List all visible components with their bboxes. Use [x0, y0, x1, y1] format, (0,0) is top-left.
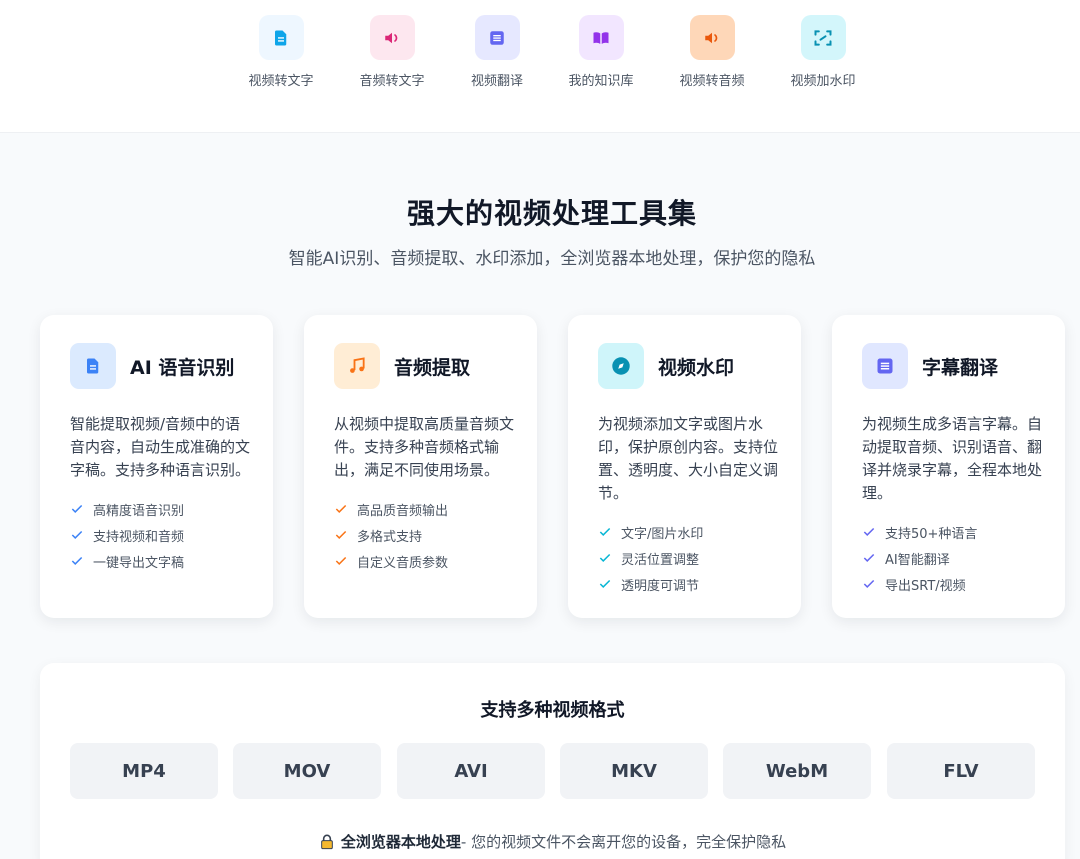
check-icon [863, 579, 875, 588]
card-description: 从视频中提取高质量音频文件。支持多种音频格式输出，满足不同使用场景。 [334, 415, 515, 479]
format-badge: MP4 [70, 743, 218, 799]
feature-card-video-watermark[interactable]: 视频水印 为视频添加文字或图片水印，保护原创内容。支持位置、透明度、大小自定义调… [568, 315, 801, 618]
nav-video-to-audio[interactable]: 视频转音频 [657, 15, 767, 89]
nav-label: 视频转文字 [248, 74, 314, 89]
feature-item: 高精度语音识别 [70, 496, 251, 522]
check-icon [71, 530, 83, 539]
nav-video-to-text[interactable]: 视频转文字 [226, 15, 336, 89]
feature-card-speech-recognition[interactable]: AI 语音识别 智能提取视频/音频中的语音内容，自动生成准确的文字稿。支持多种语… [40, 315, 273, 618]
feature-item: 导出SRT/视频 [862, 571, 1043, 597]
feature-item: 文字/图片水印 [598, 519, 779, 545]
card-title: AI 语音识别 [130, 356, 235, 379]
check-icon [71, 556, 83, 565]
book-icon [578, 15, 624, 60]
check-icon [599, 553, 611, 562]
supported-formats-panel: 支持多种视频格式 MP4 MOV AVI MKV WebM FLV 全浏览器本地… [40, 663, 1065, 859]
top-nav: 视频转文字 音频转文字 视频翻译 我的知识库 视频转音频 视频加水印 [0, 0, 1080, 133]
nav-label: 视频转音频 [679, 74, 745, 89]
page-title: 强大的视频处理工具集 [406, 197, 697, 230]
text-lines-icon [862, 343, 908, 389]
feature-item: 多格式支持 [334, 522, 515, 548]
nav-label: 我的知识库 [568, 74, 634, 89]
format-badge: MKV [560, 743, 708, 799]
text-lines-icon [474, 15, 520, 60]
feature-card-subtitle-translate[interactable]: 字幕翻译 为视频生成多语言字幕。自动提取音频、识别语音、翻译并烧录字幕，全程本地… [832, 315, 1065, 618]
feature-item: 支持50+种语言 [862, 519, 1043, 545]
check-icon [335, 504, 347, 513]
feature-item: 自定义音质参数 [334, 548, 515, 574]
check-icon [863, 553, 875, 562]
card-title: 字幕翻译 [922, 356, 999, 379]
check-icon [599, 527, 611, 536]
check-icon [335, 556, 347, 565]
nav-video-watermark[interactable]: 视频加水印 [768, 15, 878, 89]
feature-item: 一键导出文字稿 [70, 548, 251, 574]
feature-item: AI智能翻译 [862, 545, 1043, 571]
format-badge: WebM [723, 743, 871, 799]
speaker-icon [369, 15, 415, 60]
check-icon [863, 527, 875, 536]
feature-item: 灵活位置调整 [598, 545, 779, 571]
card-description: 为视频生成多语言字幕。自动提取音频、识别语音、翻译并烧录字幕，全程本地处理。 [862, 415, 1043, 502]
nav-audio-to-text[interactable]: 音频转文字 [337, 15, 447, 89]
feature-item: 透明度可调节 [598, 571, 779, 597]
privacy-bold: 全浏览器本地处理 [340, 833, 461, 851]
nav-video-translate[interactable]: 视频翻译 [442, 15, 552, 89]
feature-card-audio-extract[interactable]: 音频提取 从视频中提取高质量音频文件。支持多种音频格式输出，满足不同使用场景。 … [304, 315, 537, 618]
lock-icon [321, 834, 333, 849]
nav-label: 视频加水印 [790, 74, 856, 89]
page-subtitle: 智能AI识别、音频提取、水印添加，全浏览器本地处理，保护您的隐私 [288, 249, 816, 269]
format-badge: MOV [233, 743, 381, 799]
privacy-note: 全浏览器本地处理 - 您的视频文件不会离开您的设备，完全保护隐私 [40, 831, 1065, 852]
nav-label: 音频转文字 [359, 74, 425, 89]
scan-frame-icon [800, 15, 846, 60]
card-description: 为视频添加文字或图片水印，保护原创内容。支持位置、透明度、大小自定义调节。 [598, 415, 779, 502]
format-badge: FLV [887, 743, 1035, 799]
card-title: 视频水印 [658, 356, 735, 379]
feature-list: 文字/图片水印 灵活位置调整 透明度可调节 [598, 519, 779, 597]
compass-icon [598, 343, 644, 389]
feature-list: 高品质音频输出 多格式支持 自定义音质参数 [334, 496, 515, 574]
music-note-icon [334, 343, 380, 389]
format-badge: AVI [397, 743, 545, 799]
check-icon [599, 579, 611, 588]
document-icon [70, 343, 116, 389]
check-icon [71, 504, 83, 513]
feature-item: 支持视频和音频 [70, 522, 251, 548]
privacy-text: - 您的视频文件不会离开您的设备，完全保护隐私 [460, 833, 787, 851]
speaker-icon [689, 15, 735, 60]
nav-knowledge-base[interactable]: 我的知识库 [546, 15, 656, 89]
feature-list: 支持50+种语言 AI智能翻译 导出SRT/视频 [862, 519, 1043, 597]
card-description: 智能提取视频/音频中的语音内容，自动生成准确的文字稿。支持多种语言识别。 [70, 415, 251, 479]
card-title: 音频提取 [394, 356, 471, 379]
formats-title: 支持多种视频格式 [480, 700, 625, 721]
feature-list: 高精度语音识别 支持视频和音频 一键导出文字稿 [70, 496, 251, 574]
check-icon [335, 530, 347, 539]
nav-label: 视频翻译 [470, 74, 523, 89]
document-icon [258, 15, 304, 60]
feature-item: 高品质音频输出 [334, 496, 515, 522]
